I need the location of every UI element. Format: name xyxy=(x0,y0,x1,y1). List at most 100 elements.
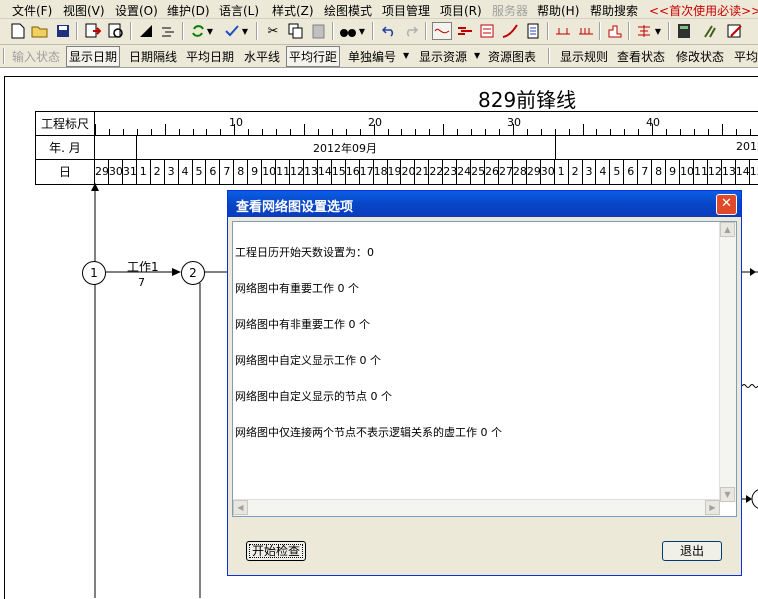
scroll-down-icon[interactable]: ▼ xyxy=(720,487,735,502)
format-icon[interactable] xyxy=(634,22,654,40)
scale-tick xyxy=(471,129,473,135)
report-line: 网络图中有重要工作 0 个 xyxy=(235,282,359,295)
new-file-icon[interactable] xyxy=(8,22,28,40)
work-name-label: 工作1 xyxy=(127,260,159,274)
single-numbering-button[interactable]: 单独编号 xyxy=(348,48,396,65)
view-state-button[interactable]: 查看状态 xyxy=(617,48,665,65)
paste-icon[interactable] xyxy=(309,22,329,40)
list-view-icon[interactable] xyxy=(477,22,497,40)
menu-help-search[interactable]: 帮助搜索 xyxy=(590,2,638,19)
menu-project-management[interactable]: 项目管理 xyxy=(382,2,430,19)
settings-report-textarea[interactable]: 工程日历开始天数设置为：0 网络图中有重要工作 0 个 网络图中有非重要工作 0… xyxy=(232,221,737,517)
bar-view-icon[interactable] xyxy=(455,22,475,40)
node-1[interactable]: 1 xyxy=(82,261,106,285)
tools-icon[interactable] xyxy=(700,22,720,40)
toolbar-separator xyxy=(332,22,334,40)
menu-maintain[interactable]: 维护(D) xyxy=(167,2,210,19)
show-rules-button[interactable]: 显示规则 xyxy=(560,48,608,65)
toolbar-separator xyxy=(668,22,670,40)
day-cell: 7 xyxy=(638,160,653,184)
day-cell: 10 xyxy=(262,160,276,184)
average-date-button[interactable]: 平均日期 xyxy=(186,48,234,65)
menu-draw-mode[interactable]: 绘图模式 xyxy=(324,2,372,19)
node-2[interactable]: 2 xyxy=(181,261,205,285)
print-preview-icon[interactable] xyxy=(106,22,126,40)
scale-tick xyxy=(122,129,124,135)
curve-icon[interactable] xyxy=(500,22,520,40)
scale-tick xyxy=(164,124,166,135)
find-binoculars-icon[interactable] xyxy=(338,22,358,40)
save-icon[interactable] xyxy=(53,22,73,40)
average-button[interactable]: 平均 xyxy=(734,48,758,65)
edit-pen-icon[interactable] xyxy=(725,22,745,40)
chart-title: 829前锋线 xyxy=(478,88,577,112)
day-cell: 31 xyxy=(123,160,137,184)
scroll-left-icon[interactable]: ◀ xyxy=(233,500,248,515)
redo-icon[interactable] xyxy=(401,22,421,40)
menu-help[interactable]: 帮助(H) xyxy=(537,2,579,19)
scale-tick xyxy=(415,129,417,135)
resource-chart-icon[interactable] xyxy=(605,22,625,40)
chevron-down-icon[interactable]: ▼ xyxy=(403,51,409,60)
open-folder-icon[interactable] xyxy=(30,22,50,40)
scroll-right-icon[interactable]: ▶ xyxy=(705,500,720,515)
node-line-icon[interactable] xyxy=(553,22,573,40)
menu-file[interactable]: 文件(F) xyxy=(12,2,52,19)
day-cell: 8 xyxy=(652,160,667,184)
dialog-titlebar[interactable]: 查看网络图设置选项 ✕ xyxy=(228,191,741,217)
day-cell: 12 xyxy=(708,160,722,184)
scale-tick xyxy=(568,129,570,135)
horizontal-line-button[interactable]: 水平线 xyxy=(244,48,280,65)
scale-tick-label: 30 xyxy=(507,116,521,129)
triangle-icon[interactable] xyxy=(136,22,156,40)
resource-chart-button[interactable]: 资源图表 xyxy=(488,48,536,65)
toolbar-separator xyxy=(547,22,549,40)
menu-settings[interactable]: 设置(O) xyxy=(115,2,158,19)
show-resource-button[interactable]: 显示资源 xyxy=(419,48,467,65)
menu-view[interactable]: 视图(V) xyxy=(63,2,105,19)
chevron-down-icon[interactable]: ▼ xyxy=(474,51,480,60)
input-state-button[interactable]: 输入状态 xyxy=(12,48,60,65)
scale-tick xyxy=(192,129,194,135)
day-cell: 3 xyxy=(583,160,597,184)
document-icon[interactable] xyxy=(523,22,543,40)
cut-icon[interactable]: ✂ xyxy=(263,22,283,40)
vertical-scrollbar[interactable]: ▲ ▼ xyxy=(719,222,736,502)
check-icon[interactable] xyxy=(222,22,242,40)
start-check-button[interactable]: 开始检查 xyxy=(246,541,306,561)
scale-tick xyxy=(721,124,723,135)
menu-language[interactable]: 语言(L) xyxy=(219,2,259,19)
menu-style[interactable]: 样式(Z) xyxy=(272,2,314,19)
show-date-button[interactable]: 显示日期 xyxy=(66,46,121,67)
align-icon[interactable] xyxy=(158,22,178,40)
scale-tick xyxy=(610,129,612,135)
copy-icon[interactable] xyxy=(286,22,306,40)
average-row-spacing-button[interactable]: 平均行距 xyxy=(286,46,341,67)
display-toolbar: 输入状态 显示日期 日期隔线 平均日期 水平线 平均行距 单独编号 ▼ 显示资源… xyxy=(0,45,758,68)
undo-icon[interactable] xyxy=(379,22,399,40)
network-view-icon[interactable] xyxy=(432,22,452,40)
scale-tick xyxy=(498,129,500,135)
calculator-icon[interactable] xyxy=(674,22,694,40)
day-cell: 9 xyxy=(666,160,681,184)
double-node-icon[interactable] xyxy=(576,22,596,40)
horizontal-scrollbar[interactable]: ◀ ▶ xyxy=(233,499,720,516)
scale-tick xyxy=(582,124,584,135)
report-line: 网络图中仅连接两个节点不表示逻辑关系的虚工作 0 个 xyxy=(235,426,502,439)
chevron-down-icon[interactable]: ▼ xyxy=(357,22,367,40)
date-gridline-button[interactable]: 日期隔线 xyxy=(129,48,177,65)
chevron-down-icon[interactable]: ▼ xyxy=(205,22,215,40)
close-button[interactable]: ✕ xyxy=(716,194,737,215)
day-cell: 17 xyxy=(360,160,374,184)
modify-state-button[interactable]: 修改状态 xyxy=(676,48,724,65)
exit-button[interactable]: 退出 xyxy=(662,541,722,561)
export-icon[interactable] xyxy=(83,22,103,40)
menu-project[interactable]: 项目(R) xyxy=(440,2,482,19)
scroll-up-icon[interactable]: ▲ xyxy=(720,222,735,237)
scale-tick xyxy=(401,129,403,135)
chevron-down-icon[interactable]: ▼ xyxy=(240,22,250,40)
scale-tick xyxy=(540,129,542,135)
chevron-down-icon[interactable]: ▼ xyxy=(653,22,663,40)
menu-server[interactable]: 服务器 xyxy=(492,2,528,19)
menu-first-use[interactable]: <<首次使用必读>> xyxy=(649,2,758,19)
